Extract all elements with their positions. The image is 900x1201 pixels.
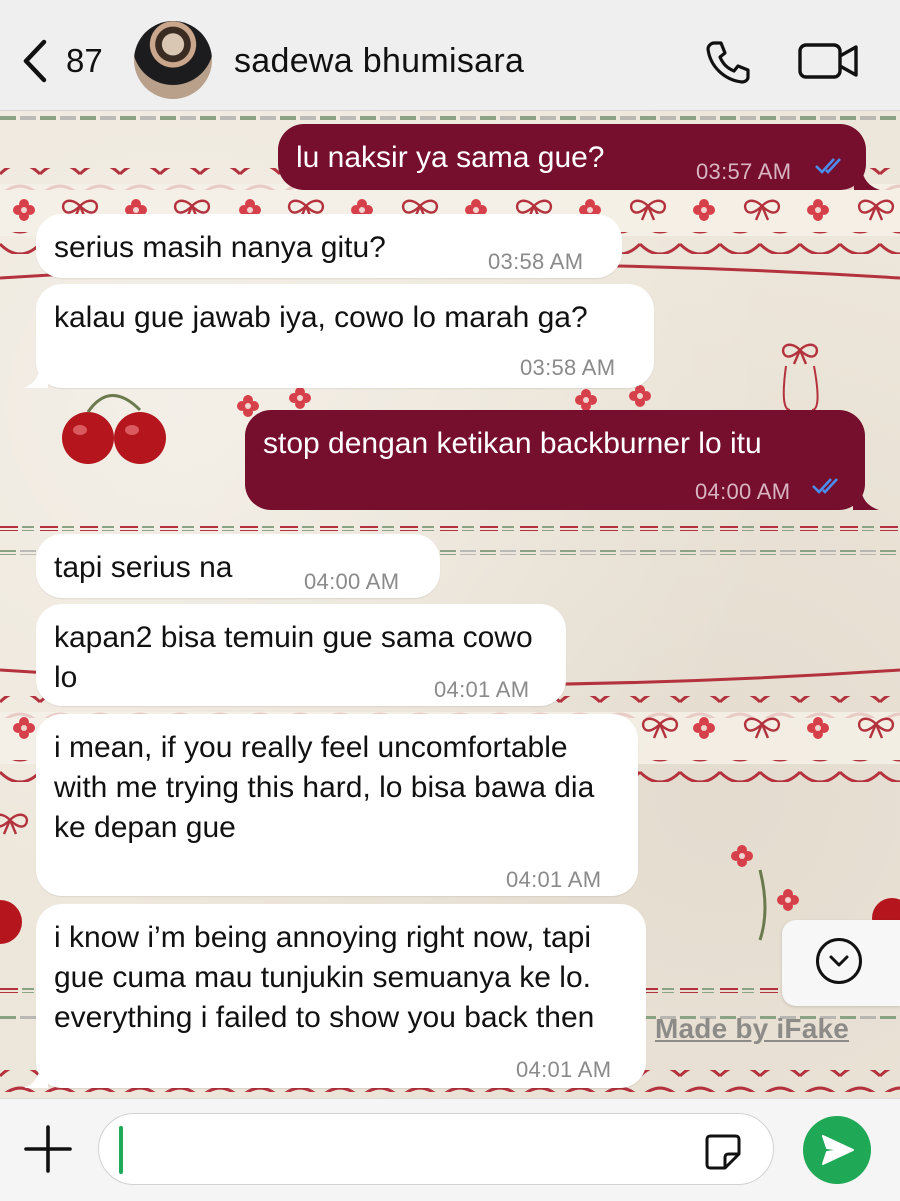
avatar[interactable] xyxy=(134,21,212,99)
send-arrow-icon xyxy=(822,1135,854,1165)
message-time: 04:00 AM xyxy=(695,479,791,504)
message-time: 04:01 AM xyxy=(506,867,602,892)
bubble-tail xyxy=(24,364,48,388)
bubble-tail xyxy=(854,166,880,190)
message-time: 03:58 AM xyxy=(520,355,616,380)
phone-icon[interactable] xyxy=(704,38,752,86)
text-caret xyxy=(119,1126,123,1174)
scroll-to-bottom-button[interactable] xyxy=(782,920,900,1006)
send-button[interactable] xyxy=(803,1116,871,1184)
message-input[interactable] xyxy=(98,1113,774,1185)
contact-name[interactable]: sadewa bhumisara xyxy=(234,42,524,81)
composer-bar xyxy=(0,1098,900,1201)
message-text: i know i’m being annoying right now, tap… xyxy=(54,921,595,1034)
message-time: 04:01 AM xyxy=(516,1057,612,1082)
message-time: 03:58 AM xyxy=(488,249,584,274)
message-text: kalau gue jawab iya, cowo lo marah ga? xyxy=(54,301,588,334)
message-bubble-incoming[interactable]: i mean, if you really feel uncomfortable… xyxy=(36,714,638,896)
watermark: Made by iFake xyxy=(655,1013,850,1044)
scroll-circle xyxy=(816,938,862,984)
message-bubble-outgoing[interactable]: lu naksir ya sama gue? 03:57 AM xyxy=(278,124,880,190)
message-bubble-outgoing[interactable]: stop dengan ketikan backburner lo itu 04… xyxy=(245,410,879,510)
message-time: 04:01 AM xyxy=(434,677,530,702)
message-bubble-incoming[interactable]: serius masih nanya gitu? 03:58 AM xyxy=(36,214,622,278)
bubble-tail xyxy=(853,486,879,510)
read-ticks-icon xyxy=(812,478,838,494)
unread-count[interactable]: 87 xyxy=(66,42,103,80)
bubble-tail xyxy=(24,1064,48,1088)
message-time: 04:00 AM xyxy=(304,569,400,594)
message-bubble-incoming[interactable]: tapi serius na 04:00 AM xyxy=(36,534,440,598)
chevron-down-icon xyxy=(829,955,849,967)
message-bubble-incoming[interactable]: kalau gue jawab iya, cowo lo marah ga? 0… xyxy=(24,284,654,388)
chat-header: 87 sadewa bhumisara xyxy=(0,0,900,111)
back-chevron-icon[interactable] xyxy=(18,36,58,86)
plus-icon[interactable] xyxy=(22,1123,74,1175)
sticker-icon[interactable] xyxy=(703,1132,743,1172)
message-text: stop dengan ketikan backburner lo itu xyxy=(263,427,762,460)
read-ticks-icon xyxy=(815,158,841,174)
message-time: 03:57 AM xyxy=(696,159,792,184)
message-bubble-incoming[interactable]: kapan2 bisa temuin gue sama cowo lo 04:0… xyxy=(36,604,566,706)
video-camera-icon[interactable] xyxy=(798,40,860,82)
message-text: i mean, if you really feel uncomfortable… xyxy=(54,731,595,844)
message-bubble-incoming[interactable]: i know i’m being annoying right now, tap… xyxy=(24,904,646,1088)
